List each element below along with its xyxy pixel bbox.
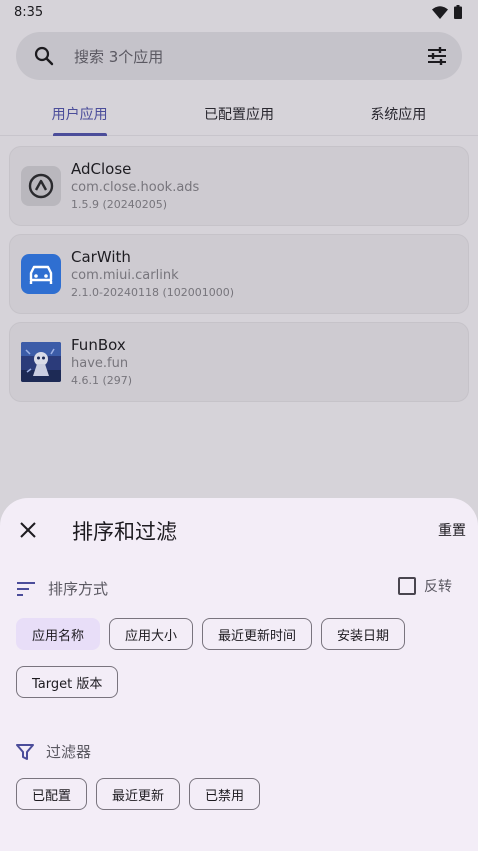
filter-section-header: 过滤器 (16, 741, 91, 762)
battery-icon (454, 5, 462, 19)
sheet-header: 排序和过滤 重置 (0, 514, 478, 546)
tab-label: 已配置应用 (203, 107, 274, 123)
sort-icon (17, 581, 35, 596)
tab-label: 系统应用 (370, 107, 427, 123)
app-version: 1.5.9 (20240205) (71, 198, 168, 211)
app-card-funbox[interactable]: FunBox have.fun 4.6.1 (297) (9, 322, 469, 402)
search-icon[interactable] (34, 46, 54, 66)
filter-chip-disabled[interactable]: 已禁用 (189, 778, 261, 810)
app-name: CarWith (71, 248, 131, 266)
status-time: 8:35 (14, 4, 44, 20)
app-card-carwith[interactable]: CarWith com.miui.carlink 2.1.0-20240118 … (9, 234, 469, 314)
close-icon[interactable] (16, 518, 40, 542)
app-name: FunBox (71, 336, 126, 354)
tune-icon[interactable] (426, 46, 448, 66)
app-package: com.close.hook.ads (71, 180, 200, 195)
app-package: com.miui.carlink (71, 268, 179, 283)
status-icons (432, 5, 462, 19)
sort-chip-app-name[interactable]: 应用名称 (16, 618, 101, 650)
search-bar[interactable]: 搜索 3个应用 (16, 32, 462, 80)
app-name: AdClose (71, 160, 132, 178)
tab-configured-apps[interactable]: 已配置应用 (159, 90, 318, 135)
tab-bar: 用户应用 已配置应用 系统应用 (0, 90, 478, 136)
filter-label: 过滤器 (46, 743, 92, 761)
sort-chip-row-2: Target 版本 (16, 666, 119, 698)
tab-system-apps[interactable]: 系统应用 (319, 90, 478, 135)
sort-chip-target-version[interactable]: Target 版本 (16, 666, 119, 698)
filter-chip-row: 已配置 最近更新 已禁用 (16, 778, 261, 810)
filter-icon (16, 743, 34, 760)
sort-chip-install-date[interactable]: 安装日期 (321, 618, 406, 650)
filter-chip-recently-updated[interactable]: 最近更新 (96, 778, 181, 810)
sort-filter-sheet: 排序和过滤 重置 排序方式 反转 应用名称 应用大小 最近更新时间 安装日期 T… (0, 498, 478, 851)
sort-label: 排序方式 (48, 580, 109, 598)
filter-chip-configured[interactable]: 已配置 (16, 778, 88, 810)
reverse-checkbox[interactable] (398, 577, 416, 595)
app-card-adclose[interactable]: AdClose com.close.hook.ads 1.5.9 (202402… (9, 146, 469, 226)
tab-label: 用户应用 (51, 107, 108, 123)
carwith-icon (21, 254, 61, 294)
status-bar: 8:35 (0, 0, 478, 24)
reset-button[interactable]: 重置 (438, 520, 466, 540)
search-input[interactable]: 搜索 3个应用 (74, 46, 426, 67)
reverse-label: 反转 (424, 579, 452, 595)
funbox-icon (21, 342, 61, 382)
app-package: have.fun (71, 356, 129, 371)
sort-chip-row: 应用名称 应用大小 最近更新时间 安装日期 (16, 618, 406, 650)
sheet-title: 排序和过滤 (72, 520, 177, 544)
tab-indicator (52, 133, 107, 136)
app-list: AdClose com.close.hook.ads 1.5.9 (202402… (9, 146, 469, 410)
app-version: 2.1.0-20240118 (102001000) (71, 286, 235, 299)
adclose-icon (21, 166, 61, 206)
sort-chip-app-size[interactable]: 应用大小 (109, 618, 194, 650)
wifi-icon (432, 5, 448, 19)
sort-section-header: 排序方式 (16, 578, 108, 599)
app-version: 4.6.1 (297) (71, 374, 133, 387)
tab-user-apps[interactable]: 用户应用 (0, 90, 159, 136)
reverse-toggle[interactable]: 反转 (398, 576, 452, 596)
sort-chip-last-update[interactable]: 最近更新时间 (202, 618, 313, 650)
